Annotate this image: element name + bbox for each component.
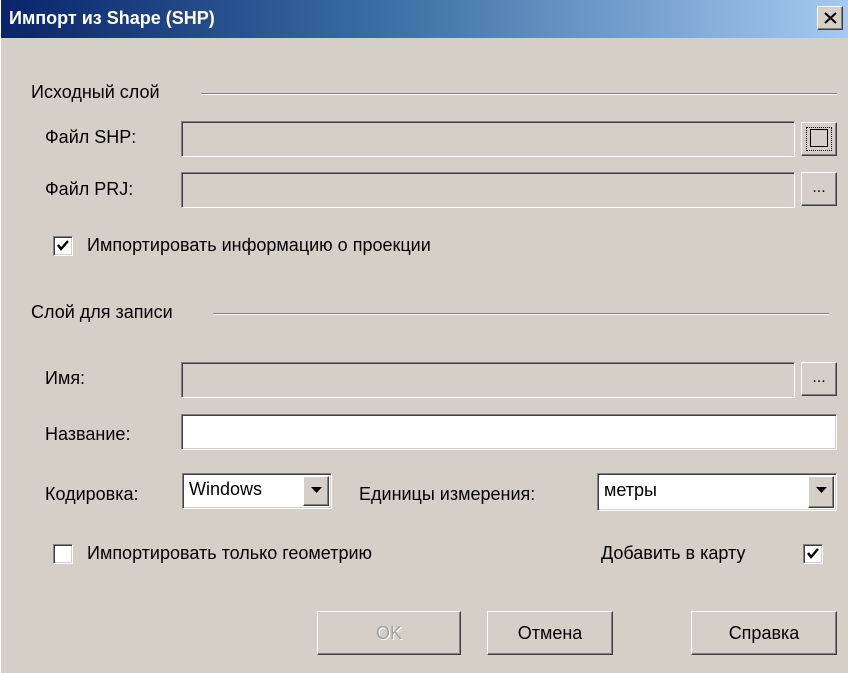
geometry-only-checkbox[interactable] <box>53 544 73 564</box>
title-bar[interactable]: Импорт из Shape (SHP) <box>1 0 848 38</box>
import-projection-checkbox[interactable] <box>53 236 73 256</box>
units-dropdown-button[interactable] <box>808 476 834 508</box>
layer-name-input[interactable] <box>181 362 795 398</box>
units-label: Единицы измерения: <box>359 484 536 504</box>
chevron-down-icon <box>311 487 322 493</box>
layer-title-input[interactable] <box>181 414 837 450</box>
shp-file-input[interactable] <box>181 121 795 157</box>
units-select[interactable]: метры <box>597 473 837 511</box>
add-to-map-label[interactable]: Добавить в карту <box>601 543 745 564</box>
encoding-label: Кодировка: <box>45 484 139 504</box>
prj-file-input[interactable] <box>181 172 795 208</box>
chevron-down-icon <box>816 487 827 493</box>
shp-file-label: Файл SHP: <box>45 127 137 147</box>
close-button[interactable] <box>817 6 843 30</box>
encoding-select[interactable]: Windows <box>182 473 332 509</box>
source-group-label: Исходный слой <box>31 82 166 103</box>
window-title: Импорт из Shape (SHP) <box>9 8 215 28</box>
cancel-button[interactable]: Отмена <box>487 611 613 655</box>
target-group-label: Слой для записи <box>31 302 179 323</box>
layer-name-browse-button[interactable]: ... <box>801 362 837 396</box>
prj-file-label: Файл PRJ: <box>45 179 134 199</box>
import-shp-dialog: Импорт из Shape (SHP) Исходный слой Файл… <box>0 0 848 673</box>
add-to-map-checkbox[interactable] <box>803 544 823 564</box>
source-group-divider <box>201 93 837 95</box>
import-projection-label[interactable]: Импортировать информацию о проекции <box>87 235 431 256</box>
encoding-dropdown-button[interactable] <box>303 476 329 506</box>
encoding-value: Windows <box>189 479 263 499</box>
layer-name-label: Имя: <box>45 368 86 388</box>
geometry-only-label[interactable]: Импортировать только геометрию <box>87 543 372 564</box>
layer-title-label: Название: <box>45 424 131 444</box>
prj-browse-button[interactable]: ... <box>801 172 837 206</box>
browse-frame-icon <box>810 129 828 147</box>
checkmark-icon <box>807 548 819 559</box>
units-value: метры <box>604 480 657 500</box>
ok-button[interactable]: OK <box>317 611 461 655</box>
shp-browse-button[interactable] <box>801 122 837 156</box>
close-icon <box>824 12 837 24</box>
target-group-divider <box>213 313 829 315</box>
help-button[interactable]: Справка <box>691 611 837 655</box>
checkmark-icon <box>57 240 69 251</box>
